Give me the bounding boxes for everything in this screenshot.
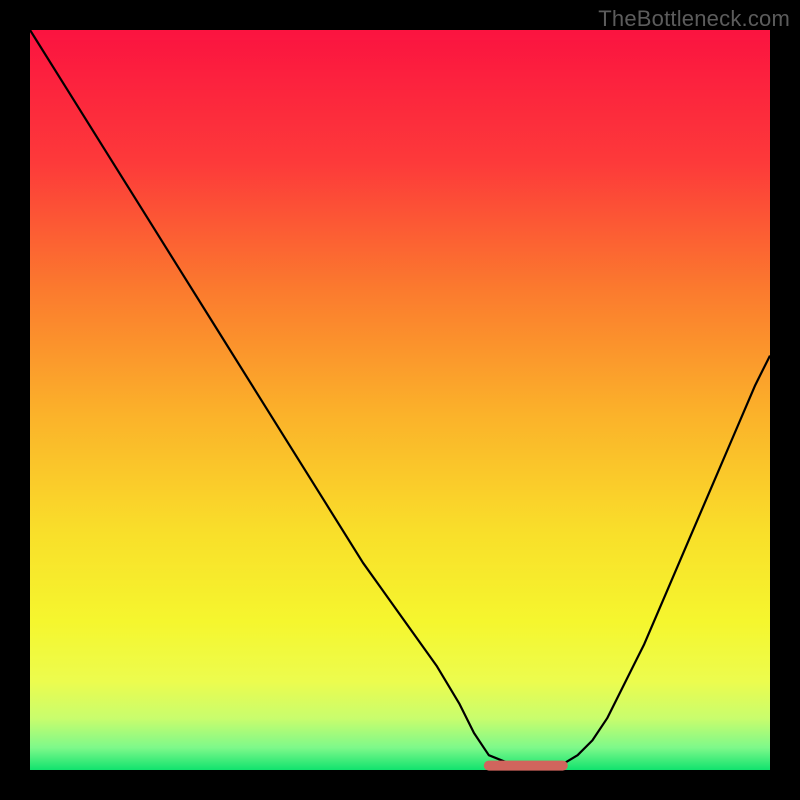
- plot-background: [30, 30, 770, 770]
- chart-svg: [0, 0, 800, 800]
- watermark-text: TheBottleneck.com: [598, 6, 790, 32]
- chart-canvas: TheBottleneck.com: [0, 0, 800, 800]
